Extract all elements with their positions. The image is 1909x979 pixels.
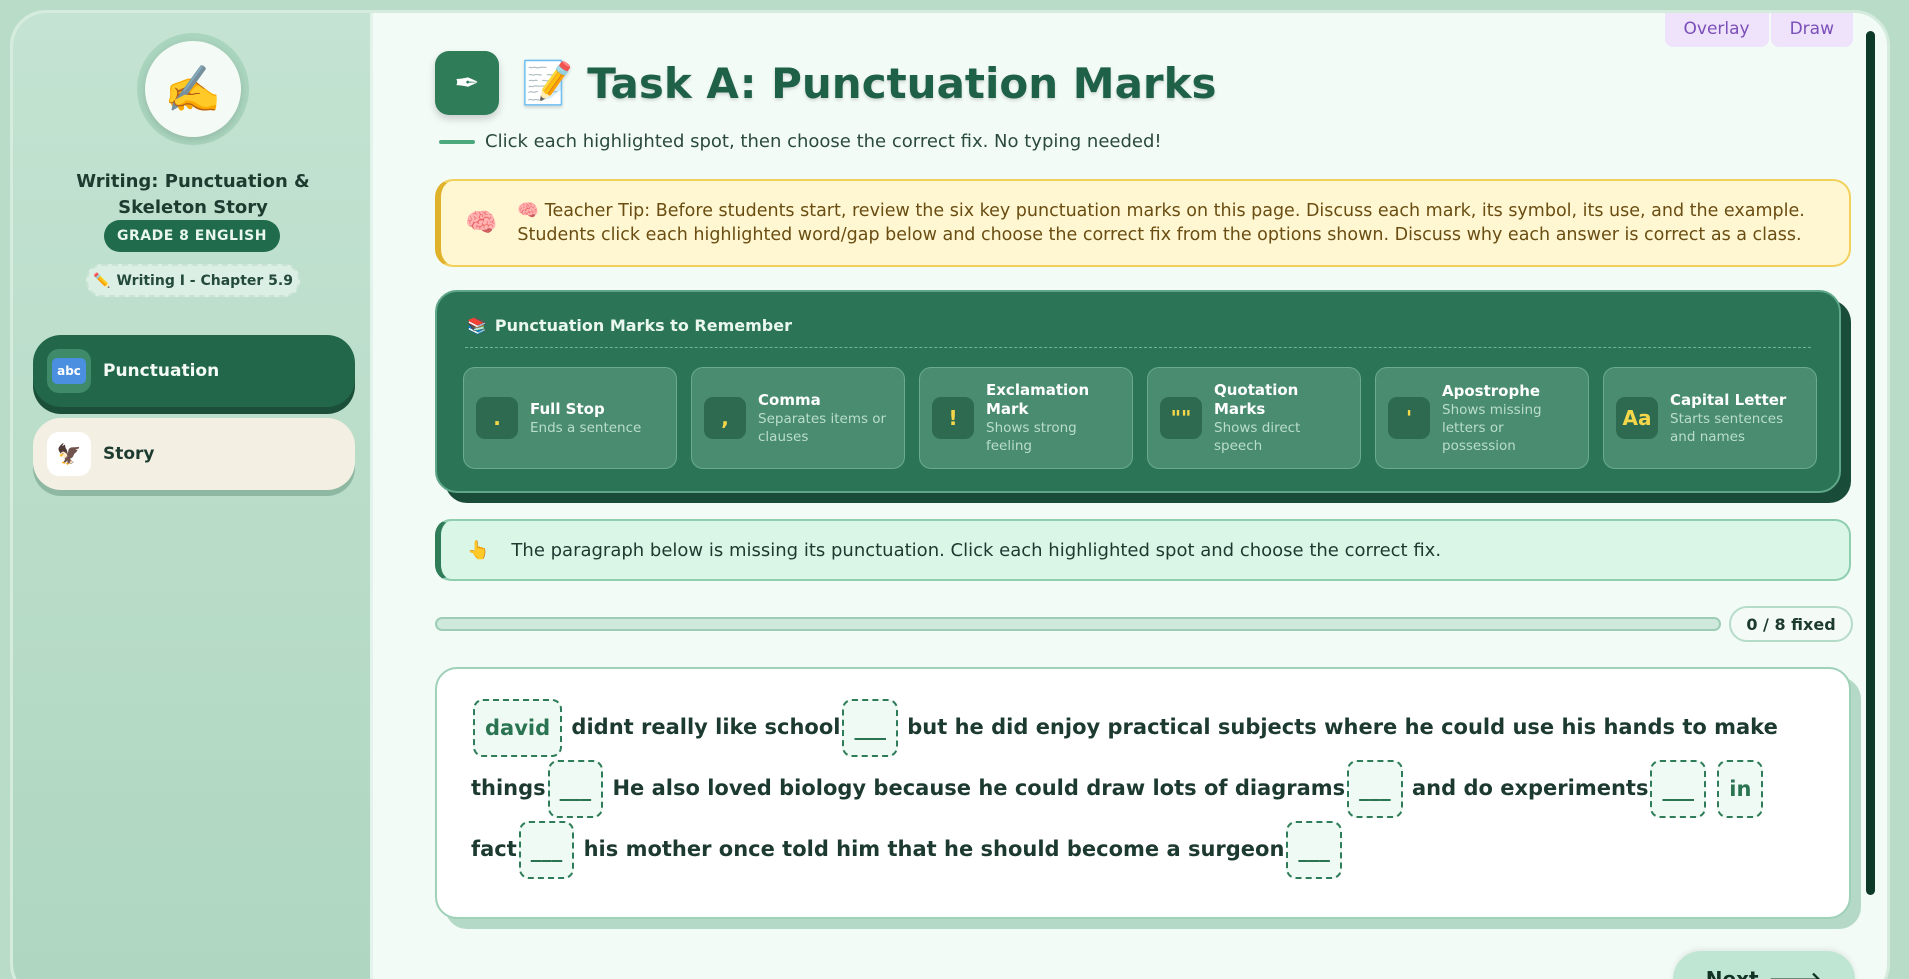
progress-count: 0 / 8 fixed [1729, 606, 1853, 642]
fix-spot[interactable]: ___ [1347, 760, 1403, 818]
punctuation-marks-panel: 📚 Punctuation Marks to Remember . Full S… [435, 290, 1841, 493]
writing-hand-icon: ✍️ [145, 41, 241, 137]
paragraph-exercise: david didnt really like school ___ but he… [435, 667, 1851, 919]
sidebar: ✍️ Writing: Punctuation & Skeleton Story… [13, 13, 373, 979]
memo-icon: 📝 [521, 58, 574, 107]
arrow-right-icon: 🡒 [1768, 967, 1823, 979]
brain-icon: 🧠 [465, 208, 498, 238]
mark-card-capital: Aa Capital Letter Starts sentences and na… [1603, 367, 1817, 469]
capital-letter-icon: Aa [1616, 397, 1658, 439]
mark-card-exclamation: ! Exclamation Mark Shows strong feeling [919, 367, 1133, 469]
subtitle-text: Click each highlighted spot, then choose… [485, 131, 1162, 152]
scrollbar[interactable] [1866, 31, 1875, 895]
overlay-button[interactable]: Overlay [1664, 13, 1769, 47]
mark-name: Full Stop [530, 399, 605, 418]
instruction-banner: 👆 The paragraph below is missing its pun… [435, 519, 1851, 581]
chapter-badge: ✏️ Writing I - Chapter 5.9 [86, 264, 300, 297]
pen-nib-icon: ✒ [435, 51, 499, 115]
fix-spot[interactable]: in [1717, 760, 1764, 818]
mark-card-comma: , Comma Separates items or clauses [691, 367, 905, 469]
divider [465, 347, 1811, 348]
mark-name: Quotation Marks [1214, 381, 1299, 418]
mark-card-quotation: "" Quotation Marks Shows direct speech [1147, 367, 1361, 469]
marks-panel-title-text: Punctuation Marks to Remember [494, 316, 792, 335]
fix-spot[interactable]: ___ [1286, 821, 1342, 879]
mark-desc: Separates items or clauses [758, 410, 887, 445]
main-content: ✒ 📝 Task A: Punctuation Marks Click each… [425, 13, 1855, 979]
page-subtitle: Click each highlighted spot, then choose… [439, 131, 1162, 152]
pencil-icon: ✏️ [93, 272, 111, 289]
paragraph-text: didnt really like school [564, 715, 841, 739]
sidebar-item-punctuation[interactable]: abc Punctuation [33, 335, 355, 407]
comma-icon: , [704, 397, 746, 439]
paragraph-text: He also loved biology because he could d… [605, 776, 1346, 800]
teacher-tip-text: 🧠 Teacher Tip: Before students start, re… [517, 201, 1805, 245]
sidebar-item-label: Story [103, 444, 155, 464]
sidebar-item-label: Punctuation [103, 361, 220, 381]
apostrophe-icon: ' [1388, 397, 1430, 439]
fix-spot[interactable]: ___ [1650, 760, 1706, 818]
mark-card-full-stop: . Full Stop Ends a sentence [463, 367, 677, 469]
fix-spot[interactable]: ___ [842, 699, 898, 757]
mark-name: Comma [758, 390, 821, 409]
app-frame: Overlay Draw ✍️ Writing: Punctuation & S… [10, 10, 1890, 979]
draw-button[interactable]: Draw [1770, 13, 1853, 47]
grade-badge: GRADE 8 ENGLISH [104, 220, 280, 252]
fix-spot[interactable]: ___ [547, 760, 604, 818]
pointing-hand-icon: 👆 [467, 539, 490, 561]
abc-icon: abc [47, 349, 91, 393]
marks-panel-title: 📚 Punctuation Marks to Remember [467, 316, 792, 335]
mark-name: Apostrophe [1442, 381, 1541, 400]
progress-bar [435, 617, 1721, 631]
sidebar-item-story[interactable]: 🦅 Story [33, 418, 355, 490]
paragraph-text: his mother once told him that he should … [576, 837, 1285, 861]
tool-bar: Overlay Draw [1664, 13, 1853, 47]
mark-desc: Ends a sentence [530, 419, 642, 436]
fix-spot[interactable]: ___ [518, 821, 575, 879]
mark-name: Capital Letter [1670, 390, 1787, 409]
full-stop-icon: . [476, 397, 518, 439]
mark-desc: Shows missing letters or possession [1442, 401, 1542, 454]
quotation-icon: "" [1160, 397, 1202, 439]
page-title: 📝 Task A: Punctuation Marks [521, 58, 1217, 108]
mark-desc: Starts sentences and names [1670, 410, 1784, 445]
exclamation-icon: ! [932, 397, 974, 439]
page-title-text: Task A: Punctuation Marks [587, 58, 1217, 108]
paragraph-text: fact [471, 837, 517, 861]
books-icon: 📚 [467, 316, 487, 335]
mark-desc: Shows strong feeling [986, 420, 1077, 454]
subtitle-accent [439, 139, 475, 144]
mark-desc: Shows direct speech [1214, 420, 1301, 454]
chapter-label: Writing I - Chapter 5.9 [116, 272, 293, 289]
next-label: Next [1705, 967, 1759, 979]
eagle-icon: 🦅 [47, 432, 91, 476]
mark-name: Exclamation Mark [986, 381, 1090, 418]
instruction-text: The paragraph below is missing its punct… [511, 539, 1442, 561]
fix-spot[interactable]: david [473, 699, 563, 757]
logo-ring: ✍️ [137, 33, 249, 145]
paragraph-text: and do experiments [1404, 776, 1649, 800]
mark-card-apostrophe: ' Apostrophe Shows missing letters or pos… [1375, 367, 1589, 469]
course-title: Writing: Punctuation & Skeleton Story [76, 171, 310, 218]
next-button[interactable]: Next 🡒 [1673, 951, 1855, 979]
marks-card-list: . Full Stop Ends a sentence , Comma Separa… [463, 367, 1817, 469]
teacher-tip: 🧠 🧠 Teacher Tip: Before students start, … [435, 179, 1851, 267]
page-header: ✒ 📝 Task A: Punctuation Marks [435, 51, 1217, 115]
